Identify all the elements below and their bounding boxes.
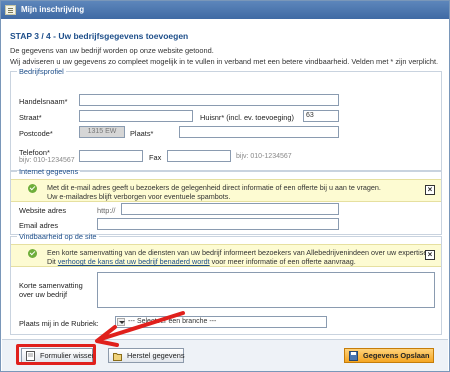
window-title: Mijn inschrijving [21,5,85,14]
vindbaarheid-notice: Een korte samenvatting van de diensten v… [11,244,441,267]
vindbaarheid-notice-text: Een korte samenvatting van de diensten v… [47,248,430,266]
bedrijfsprofiel-legend: Bedrijfsprofiel [19,67,64,76]
check-icon [28,184,37,193]
window-titlebar: Mijn inschrijving [1,1,449,19]
check-icon [28,249,37,258]
email-input[interactable] [97,218,339,230]
internet-notice: Met dit e-mail adres geeft u bezoekers d… [11,179,441,202]
samenvatting-label-2: over uw bedrijf [19,290,68,299]
plaats-label: Plaats* [130,129,154,138]
vindbaarheid-legend: Vindbaarheid op de site [19,232,97,241]
website-prefix: http:// [97,206,116,215]
close-icon[interactable]: × [425,185,435,195]
straat-label: Straat* [19,113,42,122]
step-title: STAP 3 / 4 - Uw bedrijfsgegevens toevoeg… [10,31,189,41]
save-icon [349,351,358,361]
handelsnaam-input[interactable] [79,94,339,106]
intro-line-1: De gegevens van uw bedrijf worden op onz… [10,46,214,55]
huisnr-input[interactable]: 63 [303,110,339,122]
internet-notice-text: Met dit e-mail adres geeft u bezoekers d… [47,183,381,201]
postcode-input[interactable]: 1315 EW [79,126,125,138]
folder-icon [113,353,122,361]
save-data-button[interactable]: Gegevens Opslaan [344,348,434,363]
website-label: Website adres [19,206,67,215]
registration-window: Mijn inschrijving STAP 3 / 4 - Uw bedrij… [0,0,450,372]
email-label: Email adres [19,221,59,230]
annotation-arrow [95,311,185,347]
close-icon[interactable]: × [425,250,435,260]
straat-input[interactable] [79,110,193,122]
telefoon-input[interactable] [79,150,143,162]
fax-input[interactable] [167,150,231,162]
more-info-link[interactable]: verhoogt de kans dat uw bedrijf benaderd… [58,257,210,266]
samenvatting-label-1: Korte samenvatting [19,281,83,290]
telefoon-label: Telefoon* [19,148,50,157]
fax-hint: bijv: 010-1234567 [236,153,292,160]
handelsnaam-label: Handelsnaam* [19,97,68,106]
plaats-input[interactable] [179,126,339,138]
huisnr-label: Huisnr* (incl. ev. toevoeging) [200,113,294,122]
fax-label: Fax [149,153,162,162]
intro-line-2: Wij adviseren u uw gegevens zo compleet … [10,57,439,66]
internet-legend: Internet gegevens [19,167,79,176]
telefoon-hint: bijv: 010-1234567 [19,157,75,164]
postcode-label: Postcode* [19,129,53,138]
website-input[interactable] [121,203,339,215]
document-icon [5,5,16,15]
